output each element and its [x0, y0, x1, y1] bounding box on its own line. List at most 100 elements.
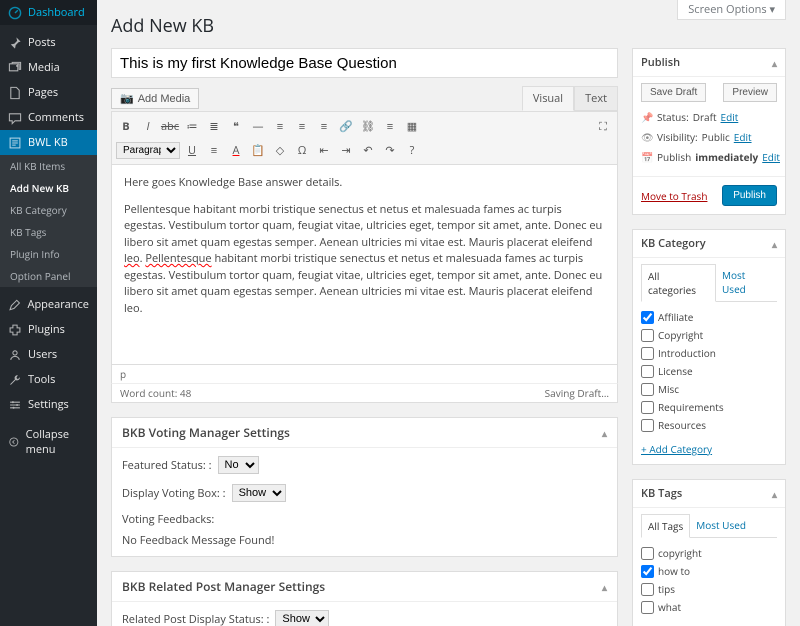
bold-button[interactable]: B [116, 116, 136, 136]
category-item[interactable]: Affiliate [641, 308, 777, 326]
paste-text-button[interactable]: 📋 [248, 140, 268, 160]
align-right-button[interactable]: ≡ [314, 116, 334, 136]
textcolor-button[interactable]: A [226, 140, 246, 160]
tag-item[interactable]: what [641, 598, 777, 616]
category-item[interactable]: License [641, 362, 777, 380]
category-item[interactable]: Copyright [641, 326, 777, 344]
tab-all-categories[interactable]: All categories [641, 264, 716, 302]
menu-comments[interactable]: Comments [0, 105, 97, 130]
toolbar-toggle-button[interactable]: ▦ [402, 116, 422, 136]
ul-button[interactable]: ≔ [182, 116, 202, 136]
save-draft-button[interactable]: Save Draft [641, 83, 706, 102]
category-checkbox[interactable] [641, 347, 654, 360]
tag-item[interactable]: how to [641, 562, 777, 580]
tag-item[interactable]: tips [641, 580, 777, 598]
submenu-add-new[interactable]: Add New KB [0, 177, 97, 199]
menu-settings[interactable]: Settings [0, 392, 97, 417]
category-checkbox[interactable] [641, 419, 654, 432]
align-left-button[interactable]: ≡ [270, 116, 290, 136]
post-title-input[interactable] [111, 48, 618, 78]
hr-button[interactable]: — [248, 116, 268, 136]
category-item[interactable]: Resources [641, 416, 777, 434]
menu-posts[interactable]: Posts [0, 30, 97, 55]
help-button[interactable]: ? [402, 140, 422, 160]
submenu-all-kb[interactable]: All KB Items [0, 155, 97, 177]
redo-button[interactable]: ↷ [380, 140, 400, 160]
justify-button[interactable]: ≡ [204, 140, 224, 160]
category-item[interactable]: Introduction [641, 344, 777, 362]
admin-sidebar: Dashboard Posts Media Pages Comments BWL… [0, 0, 97, 626]
related-display-select[interactable]: Show [275, 610, 329, 626]
tab-most-used-categories[interactable]: Most Used [716, 264, 777, 301]
voting-box-header[interactable]: BKB Voting Manager Settings▴ [112, 418, 617, 448]
category-checkbox[interactable] [641, 401, 654, 414]
underline-button[interactable]: U [182, 140, 202, 160]
menu-dashboard[interactable]: Dashboard [0, 0, 97, 25]
submenu-option-panel[interactable]: Option Panel [0, 265, 97, 287]
submenu-kb-tags[interactable]: KB Tags [0, 221, 97, 243]
media-icon [8, 61, 22, 75]
link-button[interactable]: 🔗 [336, 116, 356, 136]
tab-visual[interactable]: Visual [522, 86, 574, 111]
related-box-header[interactable]: BKB Related Post Manager Settings▴ [112, 572, 617, 602]
align-center-button[interactable]: ≡ [292, 116, 312, 136]
category-checkbox[interactable] [641, 383, 654, 396]
more-button[interactable]: ≡ [380, 116, 400, 136]
edit-visibility-link[interactable]: Edit [734, 130, 752, 144]
italic-button[interactable]: I [138, 116, 158, 136]
menu-bwl-kb[interactable]: BWL KB [0, 130, 97, 155]
clear-format-button[interactable]: ◇ [270, 140, 290, 160]
tag-checkbox[interactable] [641, 565, 654, 578]
comment-icon [8, 111, 22, 125]
tab-text[interactable]: Text [574, 86, 618, 111]
fullscreen-button[interactable]: ⛶ [593, 116, 613, 136]
pin-icon [8, 36, 22, 50]
display-voting-select[interactable]: Show [232, 484, 286, 502]
ol-button[interactable]: ≣ [204, 116, 224, 136]
menu-tools[interactable]: Tools [0, 367, 97, 392]
category-checkbox[interactable] [641, 311, 654, 324]
undo-button[interactable]: ↶ [358, 140, 378, 160]
strike-button[interactable]: abc [160, 116, 180, 136]
outdent-button[interactable]: ⇤ [314, 140, 334, 160]
tab-all-tags[interactable]: All Tags [641, 514, 690, 538]
voting-settings-box: BKB Voting Manager Settings▴ Featured St… [111, 417, 618, 557]
menu-users[interactable]: Users [0, 342, 97, 367]
category-item[interactable]: Requirements [641, 398, 777, 416]
tool-icon [8, 373, 22, 387]
special-char-button[interactable]: Ω [292, 140, 312, 160]
category-checkbox[interactable] [641, 329, 654, 342]
tag-checkbox[interactable] [641, 601, 654, 614]
submenu-plugin-info[interactable]: Plugin Info [0, 243, 97, 265]
add-category-link[interactable]: + Add Category [641, 440, 712, 458]
edit-status-link[interactable]: Edit [721, 110, 739, 124]
tag-checkbox[interactable] [641, 547, 654, 560]
tag-checkbox[interactable] [641, 583, 654, 596]
publish-button[interactable]: Publish [722, 185, 777, 206]
tab-most-used-tags[interactable]: Most Used [690, 514, 752, 537]
move-to-trash-link[interactable]: Move to Trash [641, 189, 707, 203]
editor-content[interactable]: Here goes Knowledge Base answer details.… [111, 165, 618, 365]
featured-status-select[interactable]: No [218, 456, 259, 474]
category-item[interactable]: Misc [641, 380, 777, 398]
edit-schedule-link[interactable]: Edit [762, 150, 780, 164]
format-select[interactable]: Paragraph [116, 142, 180, 159]
unlink-button[interactable]: ⛓ [358, 116, 378, 136]
add-tag-link[interactable]: + Add Tag [641, 622, 687, 626]
menu-appearance[interactable]: Appearance [0, 292, 97, 317]
menu-pages[interactable]: Pages [0, 80, 97, 105]
tag-item[interactable]: copyright [641, 544, 777, 562]
quote-button[interactable]: ❝ [226, 116, 246, 136]
preview-button[interactable]: Preview [723, 83, 777, 102]
collapse-menu[interactable]: Collapse menu [0, 422, 97, 462]
menu-media[interactable]: Media [0, 55, 97, 80]
eye-icon: 👁 [641, 130, 653, 144]
submenu-kb-category[interactable]: KB Category [0, 199, 97, 221]
add-media-button[interactable]: 📷Add Media [111, 88, 199, 109]
menu-plugins[interactable]: Plugins [0, 317, 97, 342]
publish-box: Publish▴ Save Draft Preview 📌Status: Dra… [632, 48, 786, 215]
indent-button[interactable]: ⇥ [336, 140, 356, 160]
category-checkbox[interactable] [641, 365, 654, 378]
screen-options-tab[interactable]: Screen Options ▾ [677, 0, 786, 20]
collapse-icon [8, 435, 20, 449]
